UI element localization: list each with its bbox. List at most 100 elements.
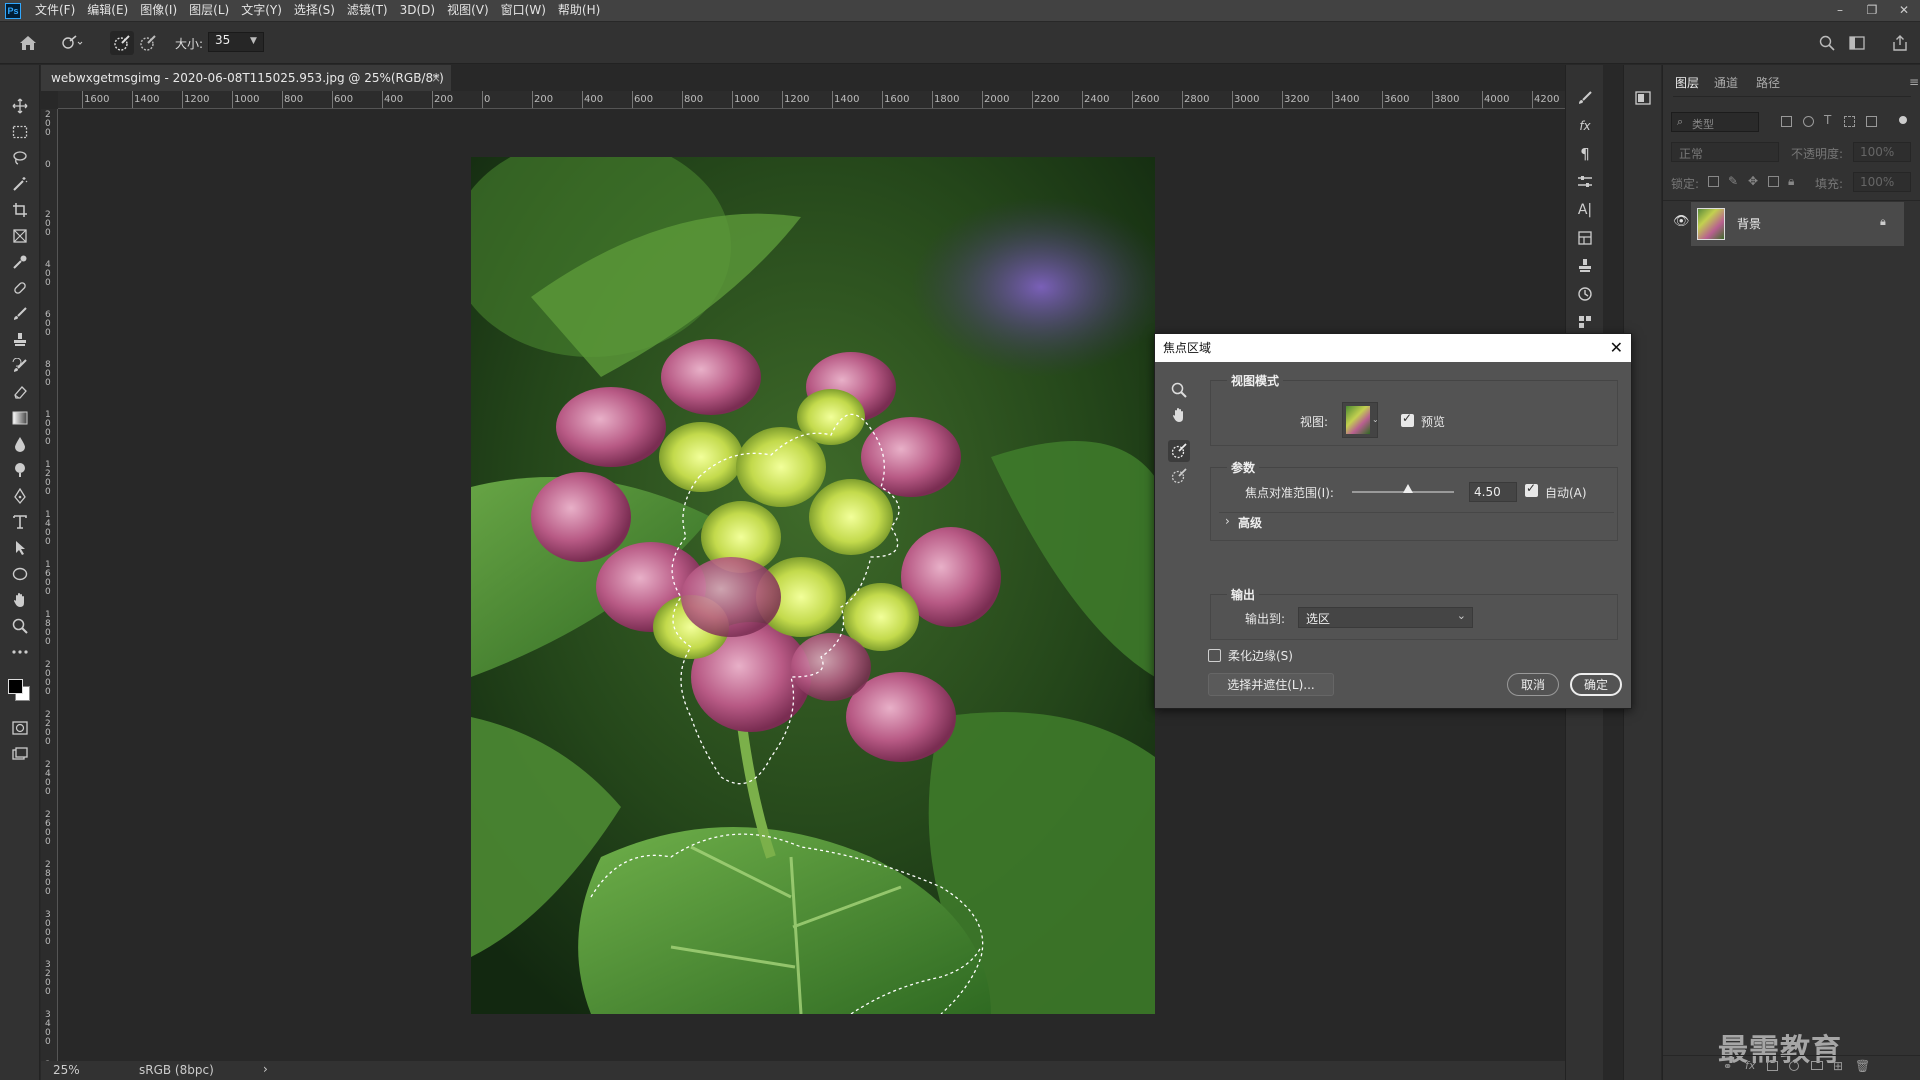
menu-3d[interactable]: 3D(D): [394, 0, 441, 21]
output-to-select[interactable]: 选区 ⌄: [1298, 607, 1473, 628]
tab-layers[interactable]: 图层: [1675, 74, 1699, 91]
preview-checkbox[interactable]: [1401, 411, 1414, 427]
restore-button[interactable]: ❐: [1856, 0, 1888, 21]
cancel-button[interactable]: 取消: [1507, 673, 1559, 696]
quick-mask-icon[interactable]: [8, 717, 32, 739]
view-mode-dropdown[interactable]: ⌄: [1342, 402, 1379, 438]
menu-view[interactable]: 视图(V): [441, 0, 495, 21]
search-icon[interactable]: [1815, 31, 1839, 55]
eraser-tool-icon[interactable]: [8, 381, 32, 403]
chevron-down-icon[interactable]: ▼: [250, 36, 257, 46]
fill-input[interactable]: 100%: [1853, 172, 1911, 192]
libraries-icon[interactable]: [1573, 311, 1597, 333]
history-icon[interactable]: [1573, 283, 1597, 305]
new-layer-icon[interactable]: ⊞: [1833, 1059, 1843, 1073]
status-menu-arrow[interactable]: ›: [263, 1062, 268, 1076]
clone-source-icon[interactable]: [1573, 255, 1597, 277]
visibility-eye-icon[interactable]: 👁︎: [1673, 214, 1690, 229]
panel-menu-icon[interactable]: ≡: [1909, 75, 1919, 89]
color-panel-icon[interactable]: [1631, 87, 1655, 109]
type-tool-icon[interactable]: [8, 511, 32, 533]
zoom-tool-icon[interactable]: [8, 615, 32, 637]
path-selection-tool-icon[interactable]: [8, 537, 32, 559]
zoom-level[interactable]: 25%: [53, 1063, 80, 1077]
frame-tool-icon[interactable]: [8, 225, 32, 247]
brush-settings-icon[interactable]: [1573, 87, 1597, 109]
screen-mode-icon[interactable]: [8, 743, 32, 765]
focus-area-subtract-tool-icon[interactable]: [1168, 465, 1190, 487]
auto-checkbox[interactable]: [1525, 481, 1538, 497]
gradient-tool-icon[interactable]: [8, 407, 32, 429]
character-icon[interactable]: A|: [1573, 199, 1597, 221]
dodge-tool-icon[interactable]: [8, 459, 32, 481]
eyedropper-tool-icon[interactable]: [8, 251, 32, 273]
tool-preset-picker-icon[interactable]: [60, 31, 84, 55]
ellipse-tool-icon[interactable]: [8, 563, 32, 585]
marquee-tool-icon[interactable]: [8, 121, 32, 143]
lock-pixels-icon[interactable]: ✎: [1728, 174, 1738, 188]
subtract-from-selection-brush-icon[interactable]: [136, 31, 160, 55]
menu-filter[interactable]: 滤镜(T): [341, 0, 394, 21]
fx-icon[interactable]: fx: [1745, 1059, 1755, 1072]
menu-help[interactable]: 帮助(H): [552, 0, 606, 21]
move-tool-icon[interactable]: [8, 95, 32, 117]
layer-row-background[interactable]: 👁︎ 背景 🔒︎: [1663, 202, 1920, 246]
close-window-button[interactable]: ✕: [1888, 0, 1920, 21]
color-swatches[interactable]: [6, 671, 34, 703]
ok-button[interactable]: 确定: [1570, 673, 1622, 696]
menu-select[interactable]: 选择(S): [288, 0, 341, 21]
zoom-tool-icon[interactable]: [1168, 379, 1190, 401]
add-to-selection-brush-icon[interactable]: [110, 31, 134, 55]
document-tab[interactable]: webwxgetmsgimg - 2020-06-08T115025.953.j…: [41, 65, 451, 91]
select-and-mask-button[interactable]: 选择并遮住(L)...: [1208, 673, 1334, 696]
menu-edit[interactable]: 编辑(E): [81, 0, 134, 21]
pixel-filter-icon[interactable]: [1781, 116, 1792, 127]
adjustments-icon[interactable]: [1573, 171, 1597, 193]
healing-brush-tool-icon[interactable]: [8, 277, 32, 299]
more-tools-icon[interactable]: [8, 641, 32, 663]
delete-layer-icon[interactable]: 🗑︎: [1855, 1059, 1870, 1073]
link-layers-icon[interactable]: ⚭: [1723, 1060, 1732, 1073]
close-tab-icon[interactable]: ×: [431, 65, 441, 91]
history-brush-tool-icon[interactable]: [8, 355, 32, 377]
advanced-toggle[interactable]: 高级: [1238, 514, 1262, 531]
lasso-tool-icon[interactable]: [8, 147, 32, 169]
new-adjustment-icon[interactable]: [1789, 1061, 1799, 1071]
soften-edge-checkbox[interactable]: [1208, 649, 1221, 662]
focus-range-input[interactable]: 4.50: [1469, 482, 1517, 502]
styles-fx-icon[interactable]: fx: [1573, 115, 1597, 137]
tab-channels[interactable]: 通道: [1714, 74, 1738, 91]
blend-mode-select[interactable]: 正常: [1671, 142, 1779, 162]
lock-position-icon[interactable]: ✥: [1748, 174, 1758, 188]
add-mask-icon[interactable]: [1767, 1061, 1778, 1071]
menu-image[interactable]: 图像(I): [134, 0, 183, 21]
filter-toggle-icon[interactable]: [1899, 116, 1907, 124]
clone-stamp-tool-icon[interactable]: [8, 329, 32, 351]
menu-layer[interactable]: 图层(L): [183, 0, 235, 21]
adjustment-filter-icon[interactable]: [1803, 116, 1814, 127]
share-icon[interactable]: [1888, 31, 1912, 55]
brush-tool-icon[interactable]: [8, 303, 32, 325]
dialog-close-button[interactable]: ✕: [1610, 334, 1623, 362]
crop-tool-icon[interactable]: [8, 199, 32, 221]
hand-tool-icon[interactable]: [1168, 404, 1190, 426]
menu-type[interactable]: 文字(Y): [235, 0, 288, 21]
focus-range-slider-track[interactable]: [1352, 484, 1454, 493]
new-group-icon[interactable]: [1811, 1061, 1823, 1070]
layer-filter-select[interactable]: ⌕ 类型: [1671, 112, 1759, 132]
opacity-input[interactable]: 100%: [1853, 142, 1911, 162]
menu-window[interactable]: 窗口(W): [495, 0, 552, 21]
smart-object-filter-icon[interactable]: [1866, 116, 1877, 127]
document-image[interactable]: [471, 157, 1155, 1014]
tab-paths[interactable]: 路径: [1756, 74, 1780, 91]
minimize-button[interactable]: –: [1824, 0, 1856, 21]
focus-area-add-tool-icon[interactable]: [1168, 440, 1190, 462]
dialog-titlebar[interactable]: 焦点区域 ✕: [1155, 334, 1631, 362]
magic-wand-tool-icon[interactable]: [8, 173, 32, 195]
chevron-right-icon[interactable]: ›: [1225, 514, 1230, 528]
lock-artboard-icon[interactable]: [1768, 176, 1779, 187]
blur-tool-icon[interactable]: [8, 433, 32, 455]
home-icon[interactable]: [16, 31, 40, 55]
shape-filter-icon[interactable]: [1844, 116, 1855, 127]
hand-tool-icon[interactable]: [8, 589, 32, 611]
